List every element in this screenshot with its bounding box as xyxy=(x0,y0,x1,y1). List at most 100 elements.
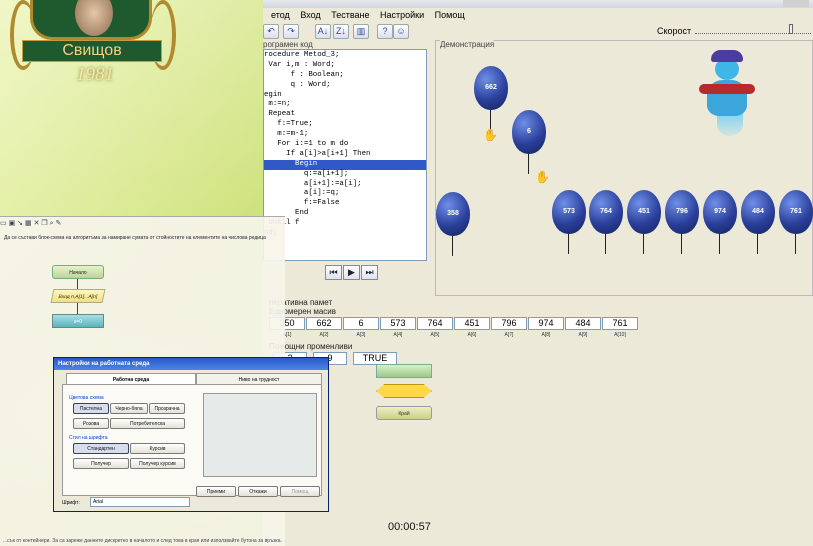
emblem-city: Свищов xyxy=(22,40,162,62)
rewind-button[interactable]: ⏮ xyxy=(325,265,342,280)
demo-caption: Демонстрация xyxy=(440,40,495,49)
balloon: 974 xyxy=(703,190,737,254)
font-bold-italic-button[interactable]: Получер курсив xyxy=(130,458,185,469)
arrow-icon[interactable]: ↘ xyxy=(17,220,23,227)
balloon: 761 xyxy=(779,190,813,254)
flow-connector xyxy=(77,279,78,289)
balloon: 451 xyxy=(627,190,661,254)
array-index: A[6] xyxy=(467,332,477,338)
array-index: A[7] xyxy=(504,332,514,338)
speed-slider-thumb[interactable] xyxy=(789,24,793,34)
cancel-button[interactable]: Откажи xyxy=(238,486,278,497)
code-caption: рограмен код xyxy=(263,40,313,49)
balloon: 764 xyxy=(589,190,623,254)
array-index: A[9] xyxy=(578,332,588,338)
sort-asc-icon[interactable]: A↓ xyxy=(315,24,331,39)
flow-start-block[interactable]: Начало xyxy=(52,265,104,279)
balloon: 358 xyxy=(436,192,470,256)
dialog-title: Настройки на работната среда xyxy=(54,358,328,370)
help-button[interactable]: Помощ xyxy=(280,486,320,497)
user-icon[interactable]: ☺ xyxy=(393,24,409,39)
code-line: nd; xyxy=(264,229,426,239)
grid-icon[interactable]: ▦ xyxy=(25,220,32,227)
color-pink-button[interactable]: Розова xyxy=(73,418,109,429)
code-line: f:=True; xyxy=(264,120,313,129)
overlay-block xyxy=(376,364,432,378)
play-button[interactable]: ▶ xyxy=(343,265,360,280)
font-label: Шрифт: xyxy=(62,500,80,506)
sort-desc-icon[interactable]: Z↓ xyxy=(333,24,349,39)
font-italic-button[interactable]: Курсив xyxy=(130,443,185,454)
algorithm-window: етод Вход Тестване Настройки Помощ ↶ ↷ A… xyxy=(263,0,813,546)
hand-icon: ✋ xyxy=(483,128,498,142)
genie-turban xyxy=(711,50,743,62)
code-line: Until f xyxy=(268,219,300,228)
menu-settings[interactable]: Настройки xyxy=(380,8,424,22)
flow-process-block[interactable]: s=0 xyxy=(52,314,104,328)
settings-dialog: Настройки на работната среда Работна сре… xyxy=(53,357,329,512)
array-index: A[8] xyxy=(541,332,551,338)
hand-icon: ✋ xyxy=(535,170,550,184)
color-bw-button[interactable]: Черно-бяла xyxy=(110,403,148,414)
menu-bar: етод Вход Тестване Настройки Помощ xyxy=(263,8,813,22)
speed-slider[interactable] xyxy=(695,24,811,34)
speed-label: Скорост xyxy=(657,26,692,36)
code-line: rocedure Metod_3; xyxy=(264,51,340,59)
copy-icon[interactable]: ❐ xyxy=(41,220,47,227)
balloon: 662 xyxy=(474,66,508,130)
balloon: 573 xyxy=(552,190,586,254)
theme-preview xyxy=(203,393,317,477)
menu-input[interactable]: Вход xyxy=(300,8,320,22)
array-index: A[5] xyxy=(430,332,440,338)
balloon: 6 xyxy=(512,110,546,174)
font-bold-button[interactable]: Получер xyxy=(73,458,129,469)
tools-icon[interactable]: ✎ xyxy=(56,220,62,227)
code-line: For i:=1 to m do xyxy=(264,140,349,149)
flow-input-block[interactable]: Вход n,A[1]...A[n] xyxy=(50,289,106,303)
code-line: End xyxy=(264,209,309,218)
array-index: A[3] xyxy=(356,332,366,338)
color-transparent-button[interactable]: Прозрачна xyxy=(149,403,185,414)
delete-icon[interactable]: ✕ xyxy=(34,220,40,227)
code-line: Begin xyxy=(264,159,426,170)
color-pastel-button[interactable]: Пастелна xyxy=(73,403,109,414)
array-cell: 573 xyxy=(380,317,416,330)
array-cell: 484 xyxy=(565,317,601,330)
balloon: 484 xyxy=(741,190,775,254)
portrait xyxy=(30,0,152,40)
chart-icon[interactable]: ▥ xyxy=(353,24,369,39)
window-controls[interactable] xyxy=(783,0,809,7)
help-icon[interactable]: ? xyxy=(377,24,393,39)
window-titlebar xyxy=(263,0,813,8)
array-index: A[4] xyxy=(393,332,403,338)
font-select[interactable]: Arial xyxy=(90,497,190,507)
open-icon[interactable]: ▭ xyxy=(0,220,7,227)
accept-button[interactable]: Приеми xyxy=(196,486,236,497)
code-line: Repeat xyxy=(264,110,296,119)
overlay-end-block: Край xyxy=(376,406,432,420)
flow-connector xyxy=(77,303,78,314)
menu-method[interactable]: етод xyxy=(271,8,290,22)
zoom-icon[interactable]: ⌕ xyxy=(50,220,54,227)
array-index: A[2] xyxy=(319,332,329,338)
forward-button[interactable]: ⏭ xyxy=(361,265,378,280)
open-icon[interactable]: ↶ xyxy=(263,24,279,39)
array-cell: 796 xyxy=(491,317,527,330)
array-cell: 761 xyxy=(602,317,638,330)
menu-help[interactable]: Помощ xyxy=(435,8,465,22)
array-cell: 662 xyxy=(306,317,342,330)
color-group-label: Цветова схема xyxy=(69,395,104,401)
save-icon[interactable]: ▣ xyxy=(9,220,16,227)
color-custom-button[interactable]: Потребителска xyxy=(110,418,185,429)
array-cell: 451 xyxy=(454,317,490,330)
redo-icon[interactable]: ↷ xyxy=(283,24,299,39)
emblem-year: 1981 xyxy=(76,64,114,85)
array-cell: 764 xyxy=(417,317,453,330)
font-standard-button[interactable]: Стандартен xyxy=(73,443,129,454)
code-line: Var i,m : Word; xyxy=(264,60,335,69)
code-line: f : Boolean; xyxy=(264,70,344,79)
menu-testing[interactable]: Тестване xyxy=(331,8,369,22)
city-emblem: Свищов 1981 xyxy=(0,0,180,100)
code-line: q : Word; xyxy=(264,80,331,89)
code-editor[interactable]: rocedure Metod_3; Var i,m : Word; f : Bo… xyxy=(263,49,427,261)
